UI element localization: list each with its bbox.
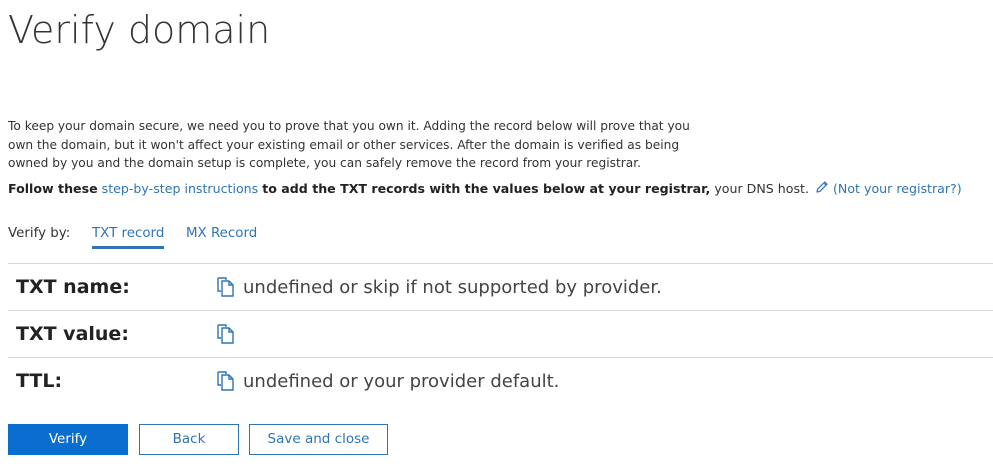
step-by-step-link[interactable]: step-by-step instructions (102, 181, 259, 196)
record-value: undefined or your provider default. (243, 371, 560, 392)
record-label: TXT name: (16, 276, 130, 298)
record-row-ttl: TTL: undefined or your provider default. (8, 357, 993, 404)
tab-mx-record[interactable]: MX Record (186, 225, 257, 246)
not-your-registrar-link[interactable]: (Not your registrar?) (833, 181, 962, 196)
record-label: TXT value: (16, 323, 129, 345)
record-row-txt-name: TXT name: undefined or skip if not suppo… (8, 263, 993, 310)
instructions-line: Follow these step-by-step instructions t… (8, 180, 962, 198)
page-title: Verify domain (8, 8, 271, 52)
record-label: TTL: (16, 370, 63, 392)
instructions-middle: to add the TXT records with the values b… (262, 181, 711, 196)
record-row-txt-value: TXT value: (8, 310, 993, 357)
instructions-prefix: Follow these (8, 181, 98, 196)
records-table: TXT name: undefined or skip if not suppo… (8, 263, 993, 404)
intro-paragraph: To keep your domain secure, we need you … (8, 119, 690, 170)
tab-txt-record[interactable]: TXT record (92, 225, 165, 249)
copy-icon[interactable] (216, 276, 236, 298)
verify-by-label: Verify by: (8, 226, 71, 241)
back-button[interactable]: Back (139, 424, 239, 455)
verify-button[interactable]: Verify (8, 424, 128, 455)
copy-icon[interactable] (216, 370, 236, 392)
copy-icon[interactable] (216, 323, 236, 345)
instructions-suffix: your DNS host. (714, 181, 809, 196)
save-and-close-button[interactable]: Save and close (249, 424, 388, 455)
pencil-icon[interactable] (815, 180, 829, 194)
record-value: undefined or skip if not supported by pr… (243, 277, 662, 298)
